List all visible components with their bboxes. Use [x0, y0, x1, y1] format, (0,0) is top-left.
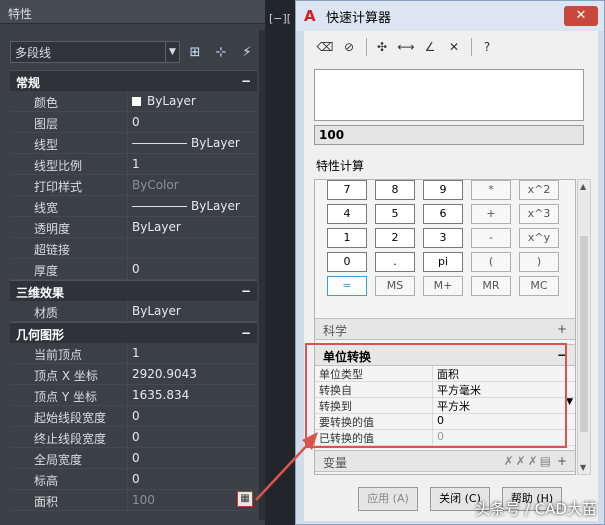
arrow-line [255, 439, 313, 501]
annotation-arrow [255, 432, 318, 501]
watermark: 头条号 / CAD大苗 [475, 500, 597, 518]
